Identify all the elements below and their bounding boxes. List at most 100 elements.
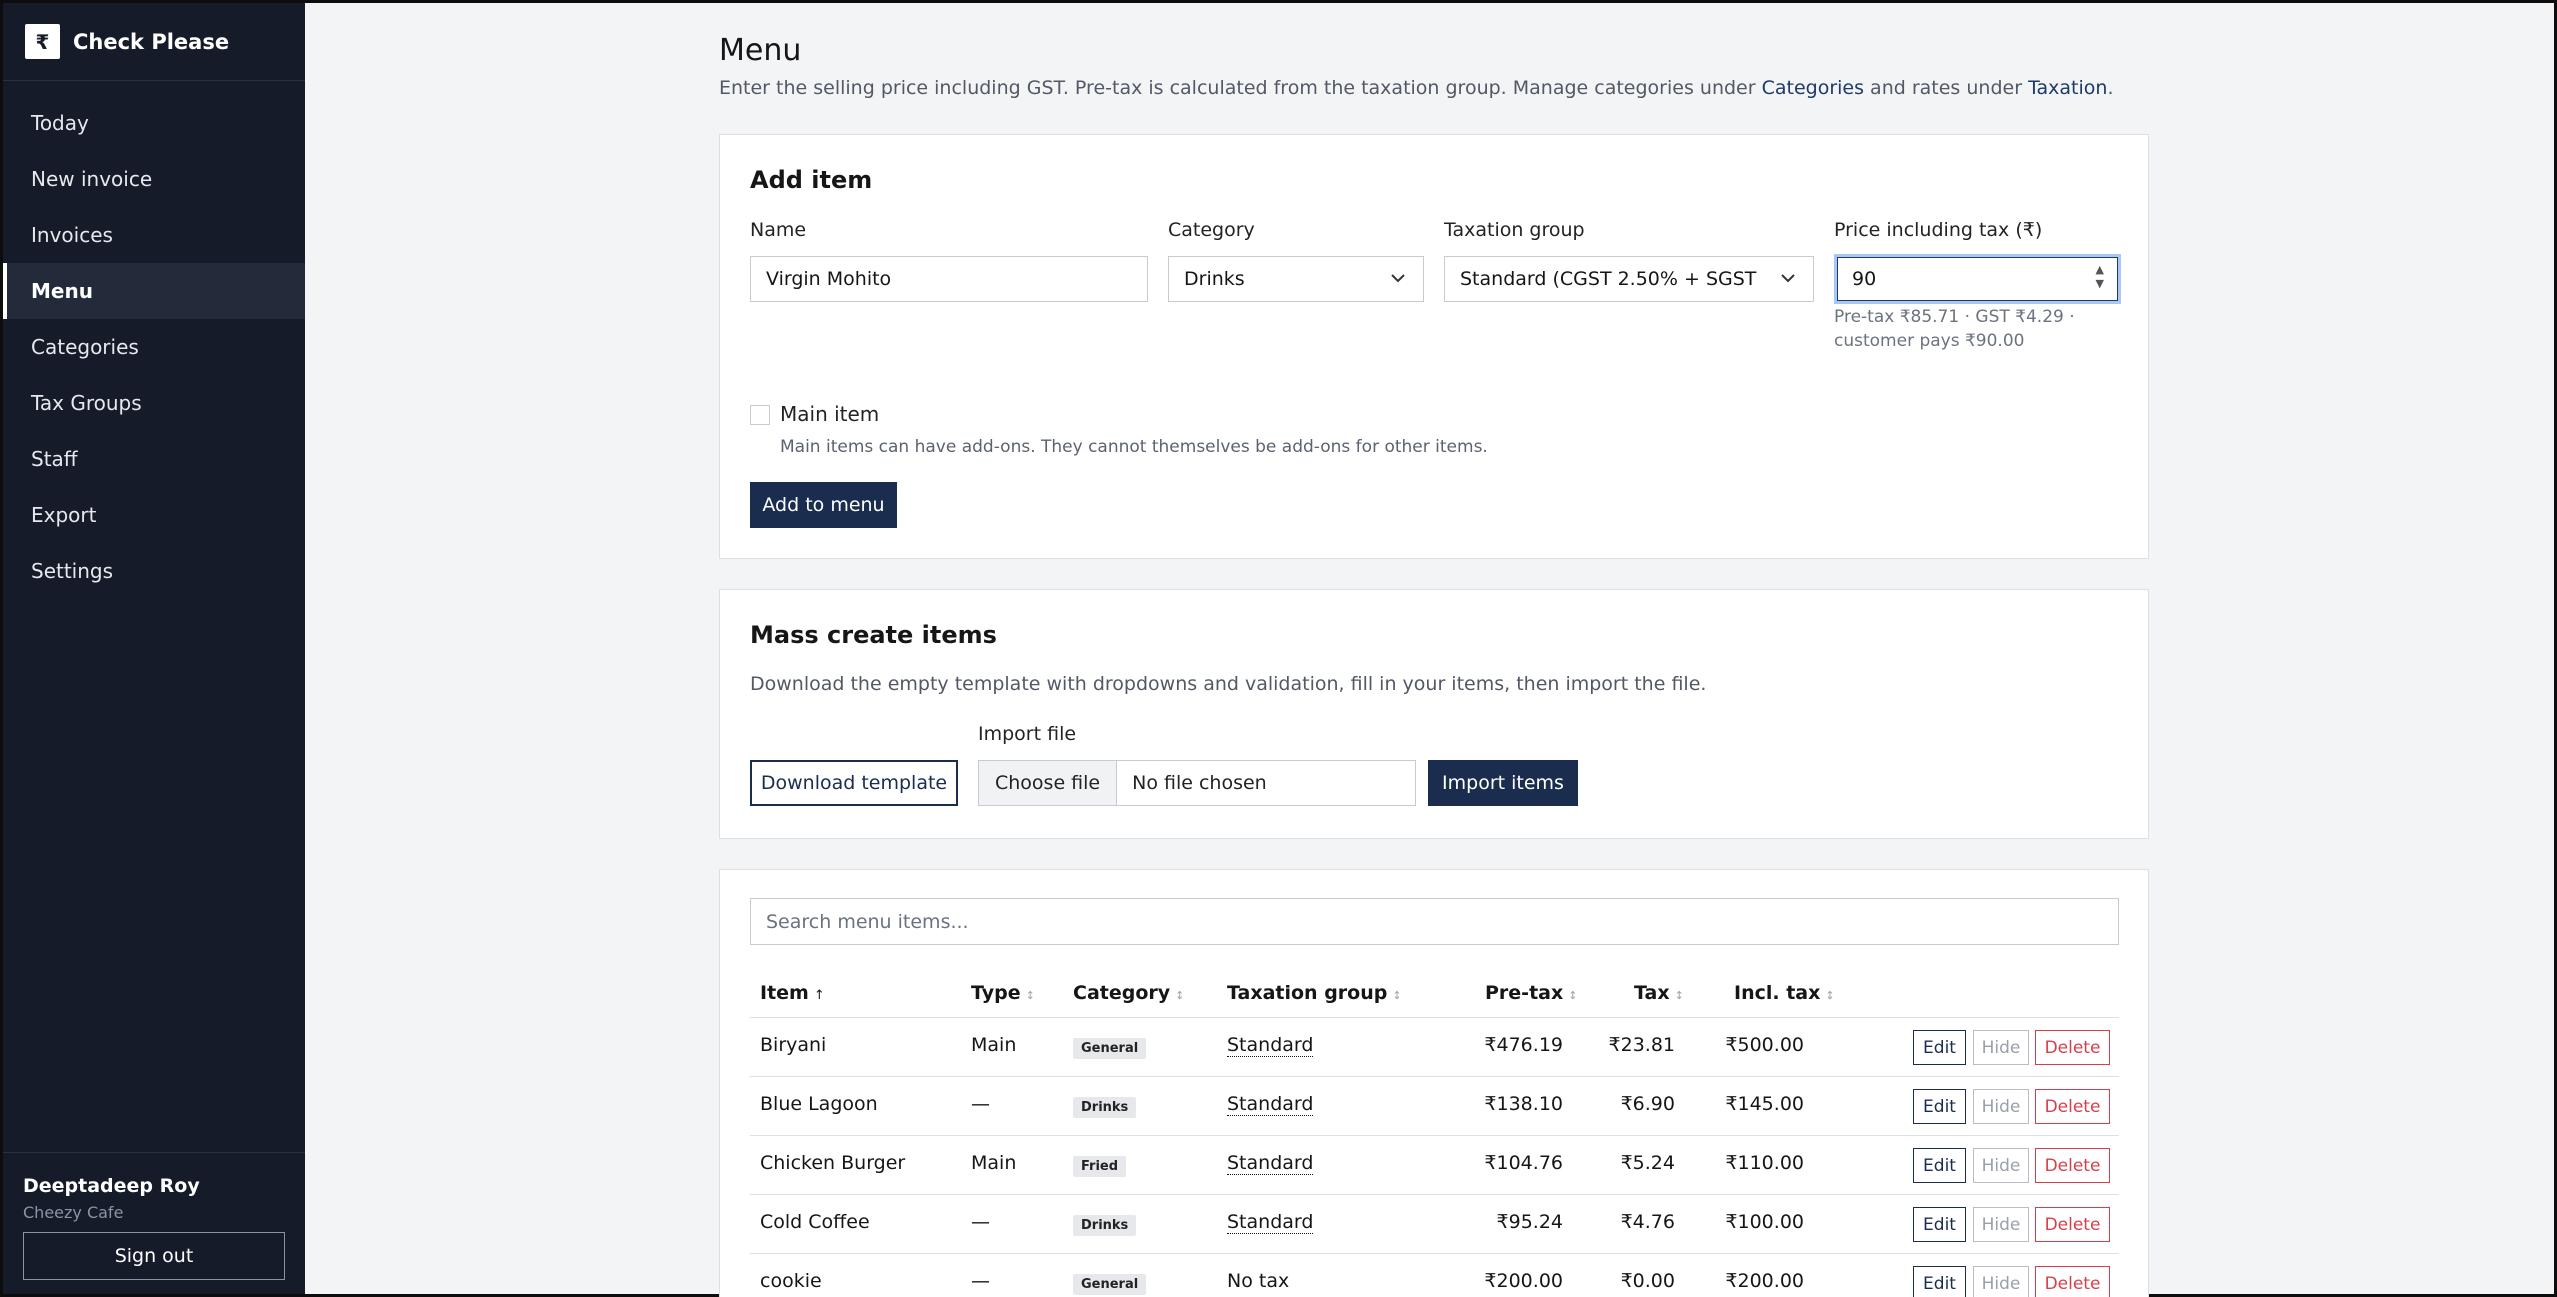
hide-button[interactable]: Hide bbox=[1973, 1266, 2029, 1297]
price-input[interactable]: 90 ▲ ▼ bbox=[1834, 254, 2121, 304]
sidebar-item-new-invoice[interactable]: New invoice bbox=[3, 151, 305, 207]
table-row: Biryani Main General Standard ₹476.19 ₹2… bbox=[750, 1017, 2119, 1076]
sidebar-item-today[interactable]: Today bbox=[3, 95, 305, 151]
item-type: Main bbox=[971, 1034, 1017, 1056]
edit-button[interactable]: Edit bbox=[1913, 1089, 1966, 1124]
price-hint-line1: Pre-tax ₹85.71 · GST ₹4.29 · bbox=[1834, 307, 2075, 327]
column-header-pretax-label: Pre-tax bbox=[1485, 982, 1564, 1004]
add-to-menu-button[interactable]: Add to menu bbox=[750, 482, 897, 528]
user-name: Deeptadeep Roy bbox=[23, 1175, 200, 1197]
add-item-title: Add item bbox=[750, 166, 873, 194]
user-org: Cheezy Cafe bbox=[23, 1203, 124, 1222]
column-header-tax-group[interactable]: Taxation group ↕ bbox=[1227, 982, 1402, 1004]
edit-button[interactable]: Edit bbox=[1913, 1030, 1966, 1065]
column-header-incl-tax[interactable]: Incl. tax ↕ bbox=[1734, 982, 1835, 1004]
taxation-link[interactable]: Taxation bbox=[2028, 77, 2107, 99]
column-header-type-label: Type bbox=[971, 982, 1021, 1004]
sidebar-item-export[interactable]: Export bbox=[3, 487, 305, 543]
tax-group-link[interactable]: Standard bbox=[1227, 1093, 1314, 1116]
tax-group-select-value: Standard (CGST 2.50% + SGST 2.50%) bbox=[1460, 268, 1760, 290]
tax-value: ₹4.76 bbox=[1620, 1211, 1675, 1233]
sidebar-nav: Today New invoice Invoices Menu Categori… bbox=[3, 81, 305, 1152]
search-input[interactable]: Search menu items... bbox=[750, 898, 2119, 945]
tax-value: ₹6.90 bbox=[1620, 1093, 1675, 1115]
category-select[interactable]: Drinks bbox=[1168, 256, 1424, 302]
sidebar-item-categories[interactable]: Categories bbox=[3, 319, 305, 375]
sort-icon: ↕ bbox=[1392, 989, 1402, 1002]
sort-icon: ↕ bbox=[1568, 989, 1578, 1002]
sign-out-button[interactable]: Sign out bbox=[23, 1232, 285, 1280]
incl-tax-value: ₹200.00 bbox=[1725, 1270, 1804, 1292]
sort-icon: ↕ bbox=[1175, 989, 1185, 1002]
delete-button[interactable]: Delete bbox=[2035, 1089, 2110, 1124]
hide-button[interactable]: Hide bbox=[1973, 1207, 2029, 1242]
name-input[interactable]: Virgin Mohito bbox=[750, 256, 1148, 302]
column-header-incl-tax-label: Incl. tax bbox=[1734, 982, 1821, 1004]
column-header-type[interactable]: Type ↕ bbox=[971, 982, 1035, 1004]
price-input-value: 90 bbox=[1852, 268, 1877, 290]
name-label: Name bbox=[750, 219, 807, 241]
column-header-item-label: Item bbox=[760, 982, 809, 1004]
column-header-category-label: Category bbox=[1073, 982, 1171, 1004]
mass-create-card: Mass create items Download the empty tem… bbox=[719, 589, 2149, 839]
number-spinner-icon[interactable]: ▲ ▼ bbox=[2096, 263, 2104, 291]
price-hint-line2: customer pays ₹90.00 bbox=[1834, 331, 2025, 351]
delete-button[interactable]: Delete bbox=[2035, 1148, 2110, 1183]
tax-group-select[interactable]: Standard (CGST 2.50% + SGST 2.50%) bbox=[1444, 256, 1814, 302]
category-select-value: Drinks bbox=[1184, 268, 1245, 290]
incl-tax-value: ₹110.00 bbox=[1725, 1152, 1804, 1174]
hide-button[interactable]: Hide bbox=[1973, 1148, 2029, 1183]
sidebar-item-staff[interactable]: Staff bbox=[3, 431, 305, 487]
categories-link[interactable]: Categories bbox=[1762, 77, 1864, 99]
hide-button[interactable]: Hide bbox=[1973, 1089, 2029, 1124]
item-type: — bbox=[971, 1093, 990, 1115]
main-item-checkbox[interactable] bbox=[750, 405, 770, 425]
item-name: Cold Coffee bbox=[760, 1211, 870, 1233]
page-desc-mid: and rates under bbox=[1864, 77, 2029, 99]
column-header-category[interactable]: Category ↕ bbox=[1073, 982, 1184, 1004]
sidebar-item-settings[interactable]: Settings bbox=[3, 543, 305, 599]
import-items-button[interactable]: Import items bbox=[1428, 760, 1578, 806]
chevron-down-icon bbox=[1779, 269, 1799, 289]
delete-button[interactable]: Delete bbox=[2035, 1207, 2110, 1242]
edit-button[interactable]: Edit bbox=[1913, 1148, 1966, 1183]
edit-button[interactable]: Edit bbox=[1913, 1207, 1966, 1242]
price-label: Price including tax (₹) bbox=[1834, 219, 2043, 241]
tax-group-link-label: Standard bbox=[1227, 1034, 1314, 1057]
sidebar-item-invoices[interactable]: Invoices bbox=[3, 207, 305, 263]
tax-group-link[interactable]: Standard bbox=[1227, 1034, 1314, 1057]
edit-button[interactable]: Edit bbox=[1913, 1266, 1966, 1297]
tax-group-link-label: Standard bbox=[1227, 1093, 1314, 1116]
download-template-button[interactable]: Download template bbox=[750, 760, 958, 806]
price-hint: Pre-tax ₹85.71 · GST ₹4.29 · customer pa… bbox=[1834, 305, 2075, 353]
delete-button[interactable]: Delete bbox=[2035, 1266, 2110, 1297]
pretax-value: ₹476.19 bbox=[1484, 1034, 1563, 1056]
item-name: Biryani bbox=[760, 1034, 827, 1056]
item-type: — bbox=[971, 1211, 990, 1233]
brand[interactable]: ₹ Check Please bbox=[3, 3, 305, 81]
column-header-item[interactable]: Item ↑ bbox=[760, 982, 825, 1004]
delete-button[interactable]: Delete bbox=[2035, 1030, 2110, 1065]
menu-table-card: Search menu items... Item ↑ Type ↕ Categor… bbox=[719, 869, 2149, 1297]
tax-value: ₹23.81 bbox=[1608, 1034, 1675, 1056]
incl-tax-value: ₹100.00 bbox=[1725, 1211, 1804, 1233]
pretax-value: ₹104.76 bbox=[1484, 1152, 1563, 1174]
tax-group-link[interactable]: Standard bbox=[1227, 1211, 1314, 1234]
file-input[interactable]: Choose file No file chosen bbox=[978, 760, 1416, 806]
sidebar-item-tax-groups[interactable]: Tax Groups bbox=[3, 375, 305, 431]
item-type: Main bbox=[971, 1152, 1017, 1174]
page-desc-suffix: . bbox=[2107, 77, 2114, 99]
sort-icon: ↕ bbox=[1825, 989, 1835, 1002]
main-item-label[interactable]: Main item bbox=[780, 402, 879, 426]
tax-group-link[interactable]: Standard bbox=[1227, 1152, 1314, 1175]
main-item-hint: Main items can have add-ons. They cannot… bbox=[780, 437, 1488, 457]
app-name: Check Please bbox=[73, 29, 230, 54]
page-title: Menu bbox=[719, 33, 802, 68]
choose-file-button[interactable]: Choose file bbox=[979, 761, 1118, 805]
column-header-tax[interactable]: Tax ↕ bbox=[1634, 982, 1684, 1004]
column-header-pretax[interactable]: Pre-tax ↕ bbox=[1485, 982, 1577, 1004]
hide-button[interactable]: Hide bbox=[1973, 1030, 2029, 1065]
sidebar-item-menu[interactable]: Menu bbox=[3, 263, 305, 319]
category-badge: Fried bbox=[1073, 1156, 1127, 1177]
import-file-label: Import file bbox=[978, 723, 1077, 745]
